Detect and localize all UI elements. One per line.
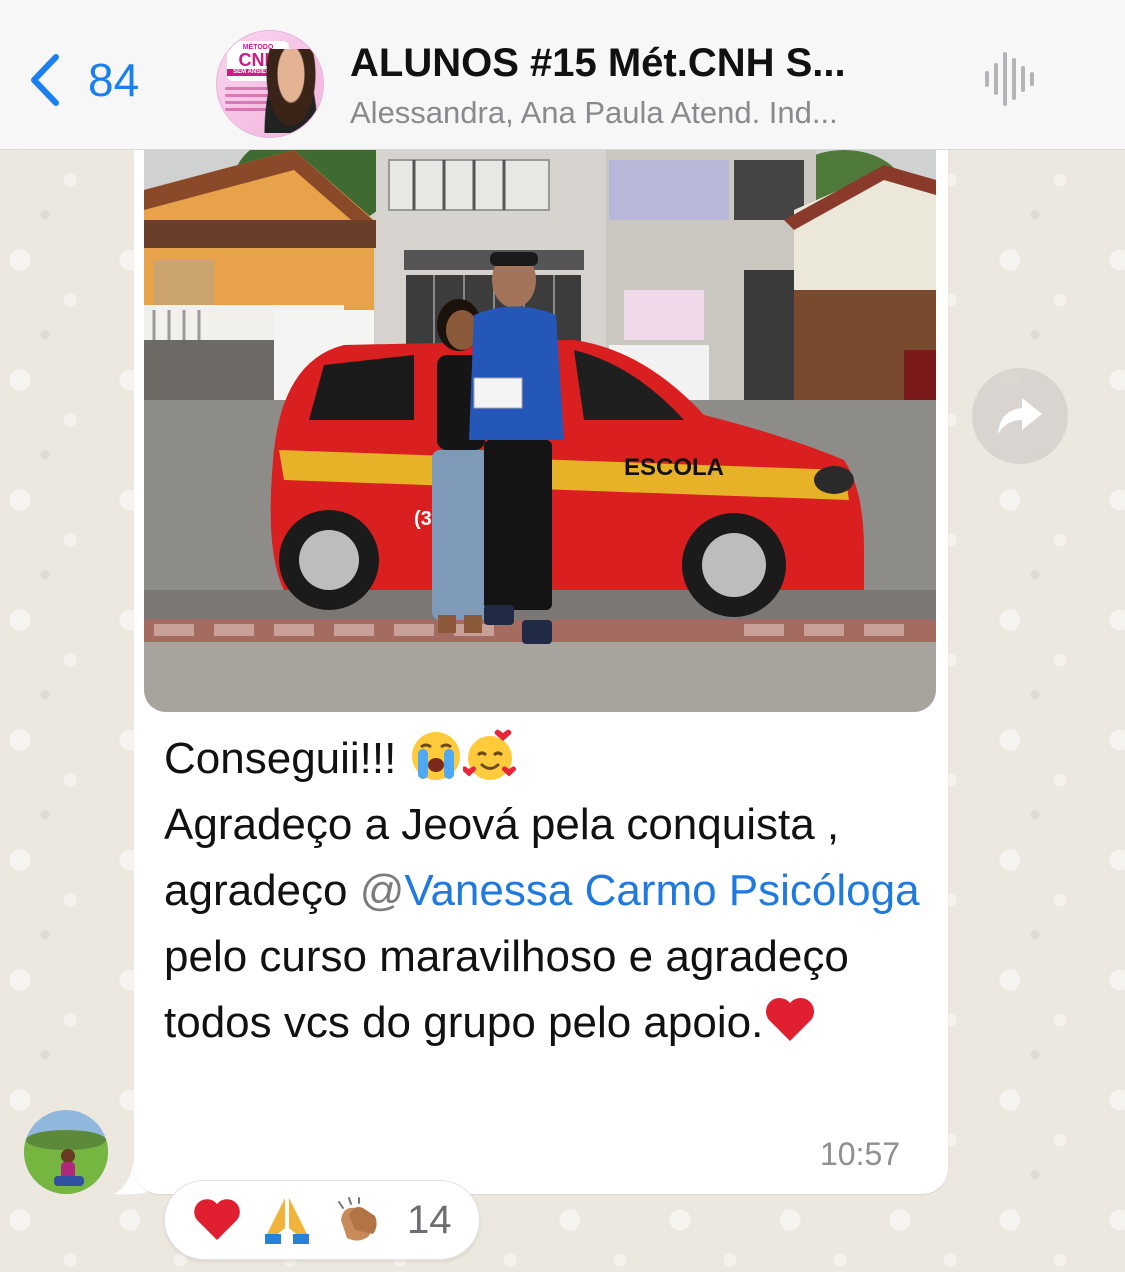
forward-button[interactable]	[972, 368, 1068, 464]
chevron-left-icon	[31, 54, 59, 106]
red-heart-icon	[766, 997, 815, 1041]
mention-at: @	[359, 866, 405, 915]
chat-info[interactable]: ALUNOS #15 Mét.CNH S... Alessandra, Ana …	[350, 40, 950, 134]
photo-image: ESCOLA (31) 68	[144, 150, 936, 712]
chat-participants: Alessandra, Ana Paula Atend. Ind...	[350, 95, 838, 130]
sender-avatar[interactable]	[24, 1110, 108, 1194]
group-avatar[interactable]: MÉTODO CNH SEM ANSIEDADE	[216, 30, 324, 138]
audio-waveform-icon[interactable]	[982, 48, 1040, 110]
unread-count: 84	[88, 54, 140, 106]
avatar-portrait	[263, 49, 319, 133]
message-timestamp: 10:57	[820, 1136, 901, 1172]
folded-hands-icon	[265, 1198, 309, 1244]
forward-arrow-icon	[998, 398, 1042, 434]
clapping-hands-icon	[338, 1197, 377, 1241]
mention-link[interactable]: Vanessa Carmo Psicóloga	[404, 866, 919, 915]
message-text: Conseguii!!! Agradeço a Jeová pela conqu…	[164, 726, 924, 1056]
chat-title: ALUNOS #15 Mét.CNH S...	[350, 41, 846, 85]
message-body-end: pelo curso maravilhoso e agradeço todos …	[164, 932, 849, 1047]
smiling-face-with-hearts-icon	[462, 729, 516, 780]
reaction-count: 14	[407, 1197, 452, 1242]
red-heart-icon	[194, 1199, 240, 1240]
chat-header: 84 MÉTODO CNH SEM ANSIEDADE ALUNOS #15 M…	[0, 0, 1125, 150]
sender-photo	[24, 1110, 108, 1194]
loudly-crying-face-icon	[411, 732, 460, 780]
message-line1: Conseguii!!!	[164, 734, 397, 783]
back-button[interactable]: 84	[26, 48, 139, 112]
reactions-bar[interactable]: 14	[164, 1180, 480, 1260]
car-text: ESCOLA	[624, 454, 724, 481]
message-photo[interactable]: ESCOLA (31) 68	[144, 150, 936, 712]
